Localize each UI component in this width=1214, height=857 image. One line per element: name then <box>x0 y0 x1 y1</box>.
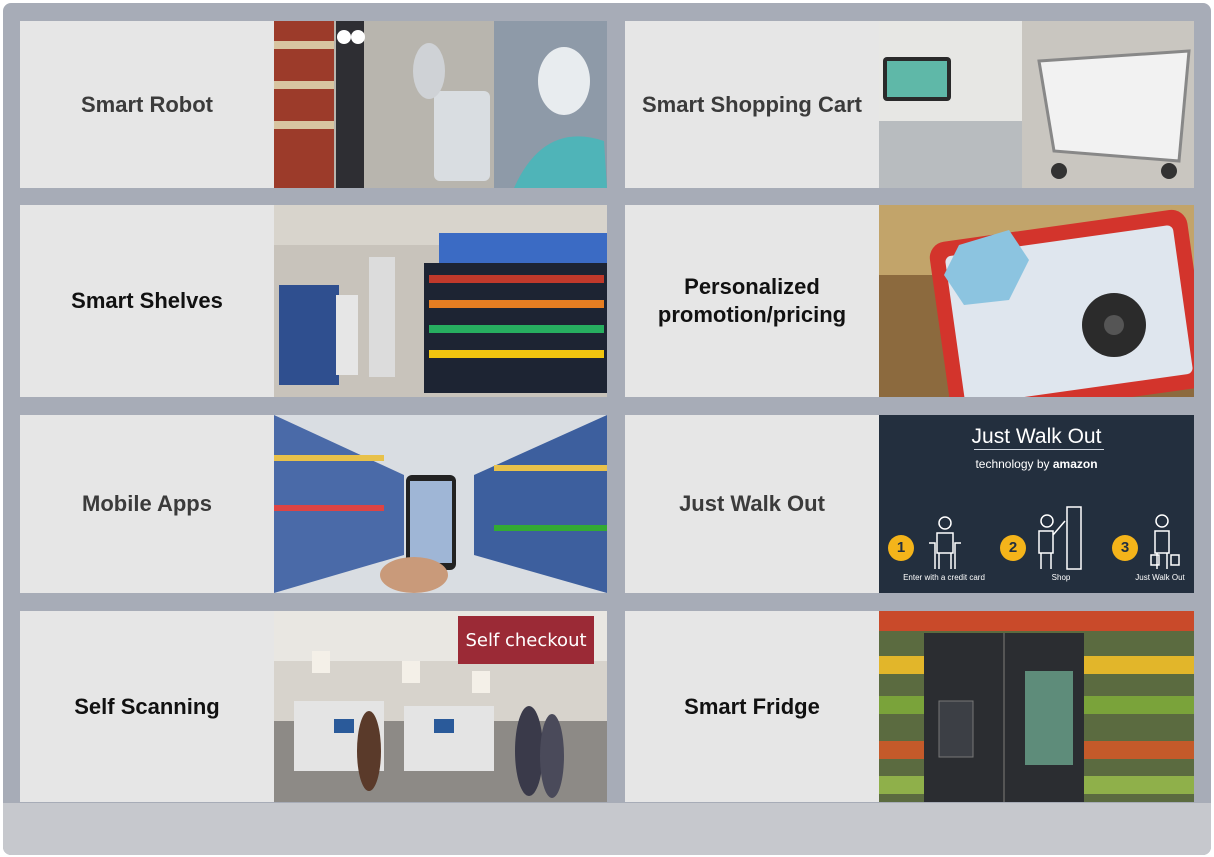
card-mobile-apps: Mobile Apps <box>20 415 607 593</box>
card-label: Personalized promotion/pricing <box>625 205 879 397</box>
card-smart-shopping-cart: Smart Shopping Cart <box>625 21 1194 188</box>
card-smart-shelves: Smart Shelves <box>20 205 607 397</box>
card-label: Smart Shelves <box>20 205 274 397</box>
smart-shelves-photo <box>274 205 607 397</box>
self-checkout-sign: Self checkout <box>458 616 594 664</box>
self-scanning-photo: Self checkout <box>274 611 607 802</box>
step-caption: Just Walk Out <box>1135 573 1185 582</box>
card-label: Smart Fridge <box>625 611 879 802</box>
card-self-scanning: Self Scanning Self checkout <box>20 611 607 802</box>
step-caption: Shop <box>1051 573 1071 582</box>
card-personalized-promotion: Personalized promotion/pricing <box>625 205 1194 397</box>
card-label: Smart Shopping Cart <box>625 21 879 188</box>
smart-fridge-photo <box>879 611 1194 802</box>
mobile-apps-photo <box>274 415 607 593</box>
card-label: Self Scanning <box>20 611 274 802</box>
card-label: Just Walk Out <box>625 415 879 593</box>
smart-robot-photo <box>274 21 607 188</box>
card-smart-fridge: Smart Fridge <box>625 611 1194 802</box>
card-label: Mobile Apps <box>20 415 274 593</box>
step-caption: Enter with a credit card <box>903 573 985 582</box>
card-smart-robot: Smart Robot <box>20 21 607 188</box>
infographic-panel: Smart Robot Smart Shopping Cart Smart Sh… <box>3 3 1211 855</box>
card-just-walk-out: Just Walk Out Just Walk Out technology b… <box>625 415 1194 593</box>
bottom-strip <box>3 803 1211 855</box>
just-walk-out-graphic: Just Walk Out technology by amazon 1 2 3… <box>879 415 1194 593</box>
walk-out-figures <box>929 506 1180 570</box>
smart-shopping-cart-photo <box>879 21 1194 188</box>
personalized-promotion-photo <box>879 205 1194 397</box>
card-label: Smart Robot <box>20 21 274 188</box>
